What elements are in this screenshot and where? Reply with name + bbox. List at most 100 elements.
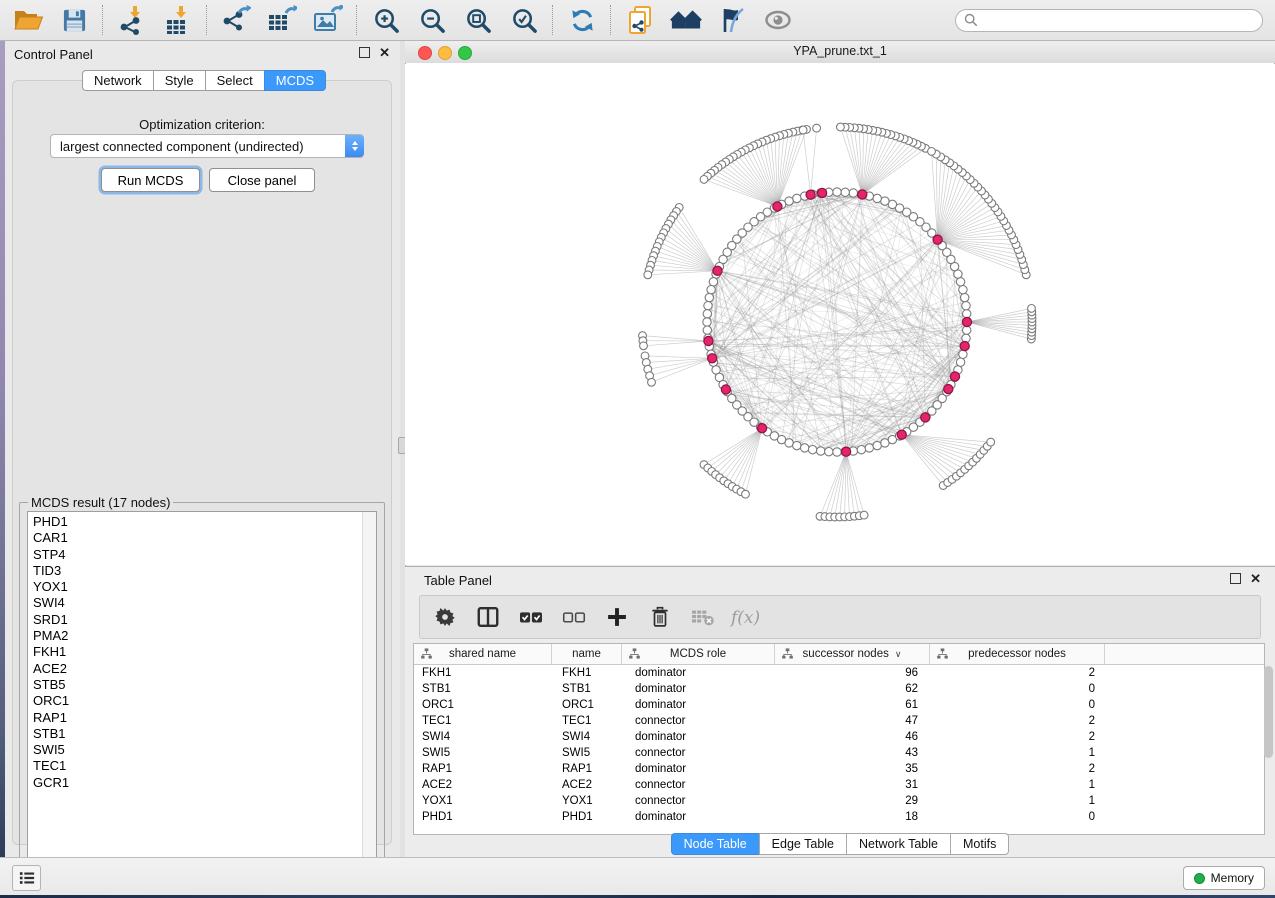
tab-select[interactable]: Select xyxy=(205,70,264,91)
show-graphics-button[interactable] xyxy=(762,4,794,36)
search-box[interactable] xyxy=(955,9,1263,32)
table-row[interactable]: ACE2ACE2connector311 xyxy=(414,777,1264,793)
save-session-button[interactable] xyxy=(58,4,90,36)
mcds-result-item[interactable]: SRD1 xyxy=(33,612,376,628)
optimization-criterion-select[interactable]: largest connected component (undirected) xyxy=(50,134,364,158)
table-row[interactable]: ORC1ORC1dominator610 xyxy=(414,697,1264,713)
table-scrollbar-thumb[interactable] xyxy=(1264,666,1273,758)
column-header-shared_name[interactable]: shared name xyxy=(414,644,552,664)
select-all-button[interactable] xyxy=(518,604,544,630)
table-panel-tabs: Node TableEdge TableNetwork TableMotifs xyxy=(405,833,1275,855)
mcds-result-item[interactable]: STB5 xyxy=(33,677,376,693)
cell-mcds_role: dominator xyxy=(622,763,775,775)
select-stepper-icon xyxy=(345,135,364,157)
tab-edge-table[interactable]: Edge Table xyxy=(759,833,846,855)
mcds-result-item[interactable]: GCR1 xyxy=(33,775,376,791)
table-row[interactable]: PHD1PHD1dominator180 xyxy=(414,809,1264,825)
import-network-icon xyxy=(118,5,146,35)
close-panel-button[interactable]: Close panel xyxy=(209,168,315,192)
mcds-tab-pane: Optimization criterion: largest connecte… xyxy=(12,80,392,845)
close-panel-icon[interactable]: ✕ xyxy=(1250,573,1261,584)
mcds-result-item[interactable]: PHD1 xyxy=(33,514,376,530)
column-header-mcds_role[interactable]: MCDS role xyxy=(622,644,775,664)
tab-node-table[interactable]: Node Table xyxy=(671,833,759,855)
zoom-fit-button[interactable] xyxy=(462,4,494,36)
mcds-result-item[interactable]: PMA2 xyxy=(33,628,376,644)
mcds-result-item[interactable]: SWI5 xyxy=(33,742,376,758)
float-panel-icon[interactable] xyxy=(1230,573,1241,584)
tab-network-table[interactable]: Network Table xyxy=(846,833,950,855)
table-scrollbar[interactable] xyxy=(1264,664,1274,832)
delete-button[interactable] xyxy=(647,604,673,630)
svg-text:f(x): f(x) xyxy=(729,608,760,628)
mcds-result-item[interactable]: TID3 xyxy=(33,563,376,579)
column-label: name xyxy=(572,648,601,660)
sort-chevron-icon[interactable]: ∨ xyxy=(895,649,902,660)
network-from-file-button[interactable] xyxy=(624,4,656,36)
home-icon xyxy=(670,7,702,33)
zoom-in-button[interactable] xyxy=(370,4,402,36)
add-button[interactable] xyxy=(604,604,630,630)
zoom-selected-button[interactable] xyxy=(508,4,540,36)
table-row[interactable]: SWI5SWI5connector431 xyxy=(414,745,1264,761)
refresh-icon xyxy=(569,7,596,34)
deselect-all-icon xyxy=(561,606,587,628)
close-panel-icon[interactable]: ✕ xyxy=(379,47,390,58)
toolbar-button-groups xyxy=(0,4,806,36)
tab-motifs[interactable]: Motifs xyxy=(950,833,1009,855)
table-row[interactable]: STB1STB1dominator620 xyxy=(414,681,1264,697)
column-header-name[interactable]: name xyxy=(552,644,622,664)
deselect-all-button[interactable] xyxy=(561,604,587,630)
home-button[interactable] xyxy=(670,4,702,36)
mcds-result-item[interactable]: RAP1 xyxy=(33,710,376,726)
column-header-successor_nodes[interactable]: successor nodes∨ xyxy=(775,644,930,664)
mcds-result-list[interactable]: PHD1CAR1STP4TID3YOX1SWI4SRD1PMA2FKH1ACE2… xyxy=(27,511,377,864)
network-window-titlebar[interactable]: YPA_prune.txt_1 xyxy=(405,41,1275,64)
mcds-result-item[interactable]: STP4 xyxy=(33,547,376,563)
task-history-button[interactable] xyxy=(12,865,41,891)
tab-style[interactable]: Style xyxy=(153,70,205,91)
memory-button[interactable]: Memory xyxy=(1183,866,1265,890)
mcds-result-item[interactable]: TEC1 xyxy=(33,758,376,774)
mcds-result-item[interactable]: STB1 xyxy=(33,726,376,742)
mcds-list-scrollbar[interactable] xyxy=(362,512,376,863)
table-row[interactable]: RAP1RAP1dominator352 xyxy=(414,761,1264,777)
tab-network[interactable]: Network xyxy=(82,70,153,91)
export-table-button[interactable] xyxy=(266,4,298,36)
hide-annotations-button[interactable] xyxy=(716,4,748,36)
cell-shared_name: STB1 xyxy=(414,683,552,695)
mcds-result-item[interactable]: CAR1 xyxy=(33,530,376,546)
mcds-result-item[interactable]: YOX1 xyxy=(33,579,376,595)
import-table-button[interactable] xyxy=(162,4,194,36)
network-canvas[interactable] xyxy=(406,63,1274,565)
run-mcds-button[interactable]: Run MCDS xyxy=(101,168,200,192)
export-network-button[interactable] xyxy=(220,4,252,36)
table-row[interactable]: YOX1YOX1connector291 xyxy=(414,793,1264,809)
search-input[interactable] xyxy=(983,12,1254,28)
node-table[interactable]: shared name name MCDS rolesuccessor nodes∨… xyxy=(413,643,1265,835)
zoom-in-icon xyxy=(373,7,400,34)
network-view-window: YPA_prune.txt_1 xyxy=(405,41,1275,565)
sitemap-icon xyxy=(629,648,640,659)
mcds-result-item[interactable]: ORC1 xyxy=(33,693,376,709)
function-button[interactable]: f(x) xyxy=(733,604,759,630)
mcds-result-item[interactable]: SWI4 xyxy=(33,595,376,611)
import-network-button[interactable] xyxy=(116,4,148,36)
tab-mcds[interactable]: MCDS xyxy=(264,70,326,91)
table-row[interactable]: SWI4SWI4dominator462 xyxy=(414,729,1264,745)
open-session-button[interactable] xyxy=(12,4,44,36)
refresh-button[interactable] xyxy=(566,4,598,36)
export-image-button[interactable] xyxy=(312,4,344,36)
mcds-result-item[interactable]: ACE2 xyxy=(33,661,376,677)
columns-button[interactable] xyxy=(475,604,501,630)
cell-predecessor_nodes: 0 xyxy=(930,811,1105,823)
zoom-out-button[interactable] xyxy=(416,4,448,36)
table-row[interactable]: FKH1FKH1dominator962 xyxy=(414,665,1264,681)
table-toolbar: f(x) xyxy=(419,595,1261,639)
table-row[interactable]: TEC1TEC1connector472 xyxy=(414,713,1264,729)
gear-button[interactable] xyxy=(432,604,458,630)
table-delete-button[interactable] xyxy=(690,604,716,630)
column-header-predecessor_nodes[interactable]: predecessor nodes xyxy=(930,644,1105,664)
float-panel-icon[interactable] xyxy=(359,47,370,58)
mcds-result-item[interactable]: FKH1 xyxy=(33,644,376,660)
